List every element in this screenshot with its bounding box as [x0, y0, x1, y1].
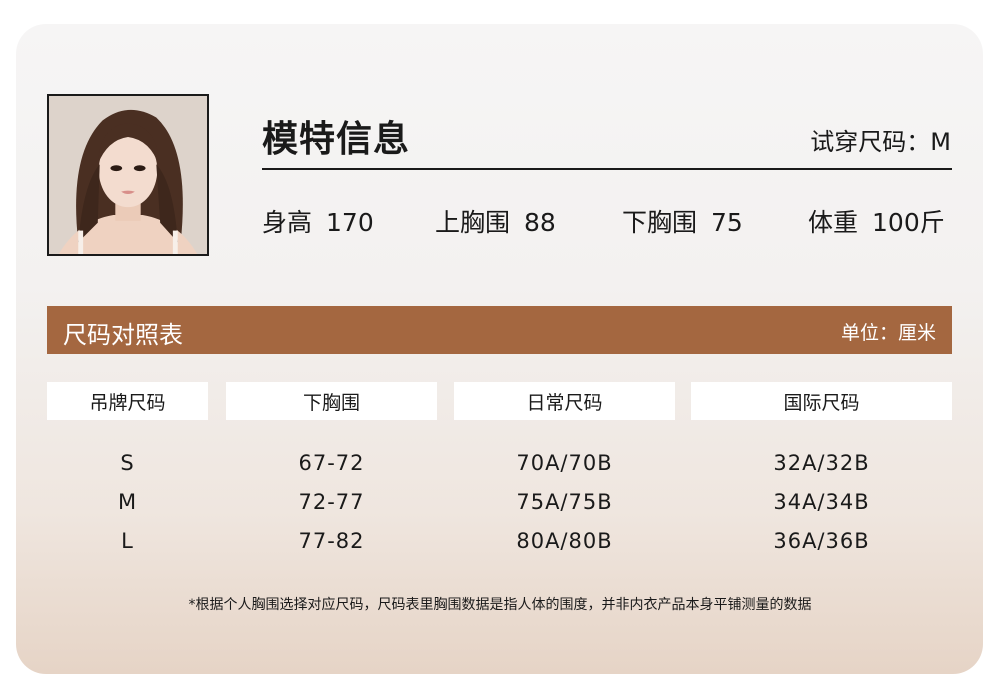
stat-label: 下胸围: [622, 208, 698, 237]
stat-value: 88: [524, 208, 556, 237]
model-portrait-image: [49, 96, 207, 254]
size-chart-banner: 尺码对照表 单位：厘米: [47, 306, 952, 354]
table-cell: 34A/34B: [773, 490, 870, 514]
stat-height: 身高 170: [262, 203, 374, 239]
table-cell: L: [121, 529, 134, 553]
table-cell: 32A/32B: [773, 451, 870, 475]
header-daily-size: 日常尺码: [454, 382, 675, 420]
table-cell: 77-82: [298, 529, 365, 553]
model-photo: [47, 94, 209, 256]
stat-upper-bust: 上胸围 88: [435, 203, 556, 239]
table-cell: M: [117, 490, 138, 514]
table-cell: 75A/75B: [516, 490, 613, 514]
stat-value: 170: [326, 208, 374, 237]
header-intl-size: 国际尺码: [691, 382, 952, 420]
model-info-title: 模特信息: [262, 119, 411, 160]
stat-label: 身高: [262, 208, 313, 237]
size-chart-title: 尺码对照表: [63, 321, 183, 349]
stat-under-bust: 下胸围 75: [622, 203, 743, 239]
stat-label: 体重: [808, 208, 859, 237]
header-tag-size: 吊牌尺码: [47, 382, 208, 420]
footnote: *根据个人胸围选择对应尺码，尺码表里胸围数据是指人体的围度，并非内衣产品本身平铺…: [188, 597, 812, 613]
stat-value: 75: [711, 208, 743, 237]
stat-weight: 体重 100斤: [808, 203, 945, 239]
header-under-bust: 下胸围: [226, 382, 437, 420]
trial-size: 试穿尺码：M: [810, 128, 951, 156]
table-cell: 36A/36B: [773, 529, 870, 553]
title-divider: [262, 168, 952, 170]
table-cell: 67-72: [298, 451, 365, 475]
stat-value: 100斤: [872, 208, 945, 237]
table-cell: 72-77: [298, 490, 365, 514]
table-cell: 70A/70B: [516, 451, 613, 475]
size-chart-unit: 单位：厘米: [840, 322, 936, 344]
table-cell: 80A/80B: [516, 529, 613, 553]
table-cell: S: [120, 451, 135, 475]
stat-label: 上胸围: [435, 208, 511, 237]
